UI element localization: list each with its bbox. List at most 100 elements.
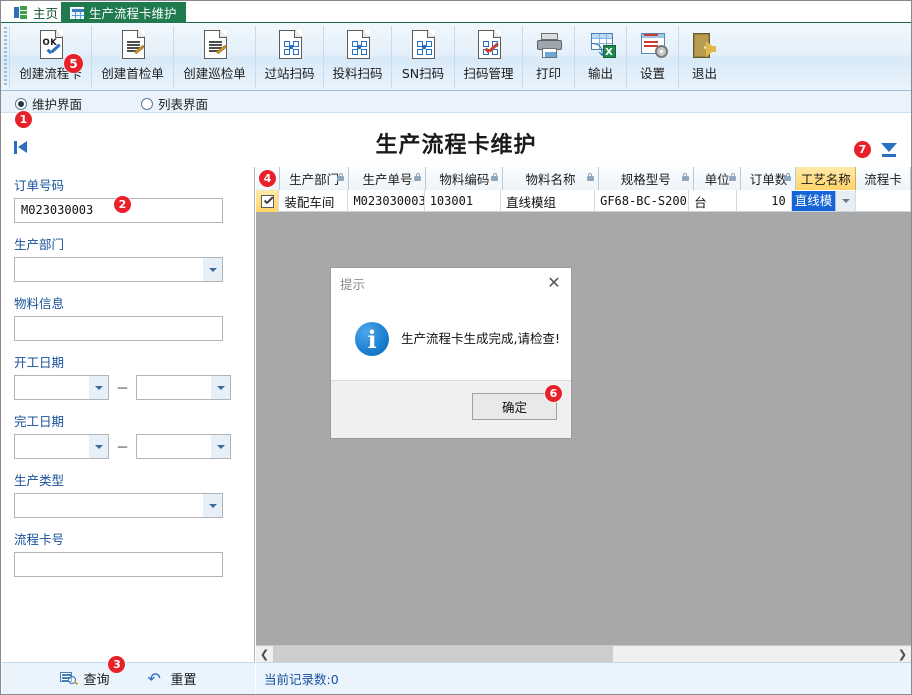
row-select-checkbox[interactable] [256, 190, 280, 212]
lock-icon [337, 173, 345, 181]
lock-icon [681, 173, 689, 181]
field-group-production-type: 生产类型 [14, 470, 244, 518]
printer-icon [529, 29, 569, 65]
grid-header-process-name[interactable]: 工艺名称 [796, 167, 857, 190]
application-window: 主页 生产流程卡维护 OK 创建流程卡 创建首检单 创建巡检单 过站扫码 投料扫… [0, 0, 912, 695]
radio-list-view-label: 列表界面 [158, 97, 209, 112]
production-department-select[interactable] [14, 257, 223, 282]
annotation-badge-1: 1 [15, 111, 32, 128]
annotation-badge-4: 4 [259, 170, 276, 187]
grid-header-order-qty[interactable]: 订单数 [741, 167, 797, 190]
grid-header-material-name[interactable]: 物料名称 [503, 167, 599, 190]
ribbon-button-settings[interactable]: 设置 [626, 26, 678, 88]
download-icon[interactable] [881, 143, 897, 157]
ribbon-button-scan-management[interactable]: 扫码管理 [454, 26, 522, 88]
start-date-from[interactable] [14, 375, 109, 400]
dialog-body: i 生产流程卡生成完成,请检查! [331, 298, 571, 380]
view-mode-bar: 维护界面 列表界面 [1, 91, 911, 113]
start-date-to[interactable] [136, 375, 232, 400]
reset-button[interactable]: ↶ 重置 [147, 669, 197, 689]
tab-home[interactable]: 主页 [5, 2, 67, 23]
field-group-start-date: 开工日期 － [14, 352, 244, 400]
grid-header-specification[interactable]: 规格型号 [598, 167, 694, 190]
ribbon-button-exit[interactable]: 退出 [678, 26, 730, 88]
info-icon: i [355, 322, 389, 356]
date-range-separator: － [116, 441, 130, 456]
doc-lines-pencil-icon [113, 29, 153, 65]
filter-form: 订单号码 M023030003 2 生产部门 物料信息 开工日期 － 完工日期 … [14, 175, 244, 588]
cell-unit: 台 [689, 190, 737, 212]
material-info-input[interactable] [14, 316, 223, 341]
radio-maintenance-view[interactable]: 维护界面 [15, 94, 82, 113]
cell-material-name: 直线模组 [501, 190, 596, 212]
ribbon-button-station-scan[interactable]: 过站扫码 [255, 26, 323, 88]
horizontal-scrollbar[interactable]: ❮ ❯ [256, 645, 911, 662]
grid-header-label: 物料名称 [525, 172, 576, 187]
finish-date-to[interactable] [136, 434, 232, 459]
radio-button-icon [15, 97, 27, 110]
lock-icon [784, 173, 792, 181]
grid-header-flow-card[interactable]: 流程卡 [856, 167, 911, 190]
field-label: 流程卡号 [14, 532, 65, 547]
grid-header-label: 物料编码 [439, 172, 490, 187]
ribbon-button-create-patrol-inspection[interactable]: 创建巡检单 [173, 26, 255, 88]
scroll-left-icon[interactable]: ❮ [256, 646, 273, 662]
ribbon-button-create-first-inspection[interactable]: 创建首检单 [91, 26, 173, 88]
ribbon-button-label: 过站扫码 [264, 66, 315, 81]
doc-qrcode-icon [270, 29, 310, 65]
field-group-finish-date: 完工日期 － [14, 411, 244, 459]
lock-icon [729, 173, 737, 181]
grid-header-production-order-no[interactable]: 生产单号 [349, 167, 427, 190]
chevron-down-icon[interactable] [89, 376, 108, 399]
grid-header-production-department[interactable]: 生产部门 [279, 167, 350, 190]
ribbon-button-label: 扫码管理 [463, 66, 514, 81]
settings-gear-icon [633, 29, 673, 65]
page-title: 生产流程卡维护 [375, 132, 537, 158]
search-button[interactable]: 查询 3 [60, 656, 126, 688]
scrollbar-thumb[interactable] [273, 646, 613, 662]
cell-specification: GF68-BC-S200 [595, 190, 690, 212]
close-icon[interactable]: ✕ [543, 274, 565, 292]
field-label: 开工日期 [14, 355, 65, 370]
status-bar: 当前记录数:0 [256, 662, 911, 694]
grid-header-unit[interactable]: 单位 [693, 167, 742, 190]
field-label: 生产类型 [14, 473, 65, 488]
ribbon-button-material-scan[interactable]: 投料扫码 [323, 26, 391, 88]
doc-qrcode-check-icon [469, 29, 509, 65]
ribbon-button-print[interactable]: 打印 [522, 26, 574, 88]
chevron-down-icon[interactable] [203, 494, 222, 517]
chevron-down-icon[interactable] [835, 191, 856, 211]
field-label: 物料信息 [14, 296, 65, 311]
cell-production-order-no: M023030003 [348, 190, 425, 212]
production-type-select[interactable] [14, 493, 223, 518]
chevron-down-icon[interactable] [89, 435, 108, 458]
radio-list-view[interactable]: 列表界面 [141, 94, 208, 113]
grid-header-label: 流程卡 [864, 172, 902, 187]
chevron-down-icon[interactable] [211, 435, 231, 458]
reset-icon: ↶ [147, 669, 161, 688]
ribbon-button-sn-scan[interactable]: SN扫码 [391, 26, 454, 88]
production-department-value [15, 262, 21, 276]
annotation-badge-2: 2 [114, 196, 131, 213]
finish-date-from[interactable] [14, 434, 109, 459]
field-group-flow-card-number: 流程卡号 [14, 529, 244, 577]
tab-strip: 主页 生产流程卡维护 [1, 1, 911, 23]
chevron-down-icon[interactable] [203, 258, 222, 281]
chevron-down-icon[interactable] [211, 376, 231, 399]
grid-header-row: 4 生产部门 生产单号 物料编码 物料名称 规格型号 单位 订单数 工艺名称 流… [256, 167, 911, 190]
ribbon-button-export[interactable]: ⤵ X 输出 [574, 26, 626, 88]
message-dialog: 提示 ✕ i 生产流程卡生成完成,请检查! 确定 6 [330, 267, 572, 439]
radio-maintenance-view-label: 维护界面 [32, 97, 83, 112]
scroll-right-icon[interactable]: ❯ [894, 646, 911, 662]
cell-process-name-editor[interactable]: 直线模 [791, 190, 857, 212]
ribbon-button-label: 投料扫码 [332, 66, 383, 81]
grid-header-corner[interactable]: 4 [256, 167, 280, 190]
reset-button-label: 重置 [170, 673, 197, 688]
flow-card-number-input[interactable] [14, 552, 223, 577]
tab-home-label: 主页 [33, 6, 59, 21]
start-date-from-value [15, 380, 21, 394]
table-row[interactable]: 装配车间 M023030003 103001 直线模组 GF68-BC-S200… [256, 190, 911, 212]
tab-production-flow-card[interactable]: 生产流程卡维护 [61, 2, 186, 23]
confirm-button[interactable]: 确定 [472, 393, 557, 420]
grid-header-material-code[interactable]: 物料编码 [426, 167, 504, 190]
